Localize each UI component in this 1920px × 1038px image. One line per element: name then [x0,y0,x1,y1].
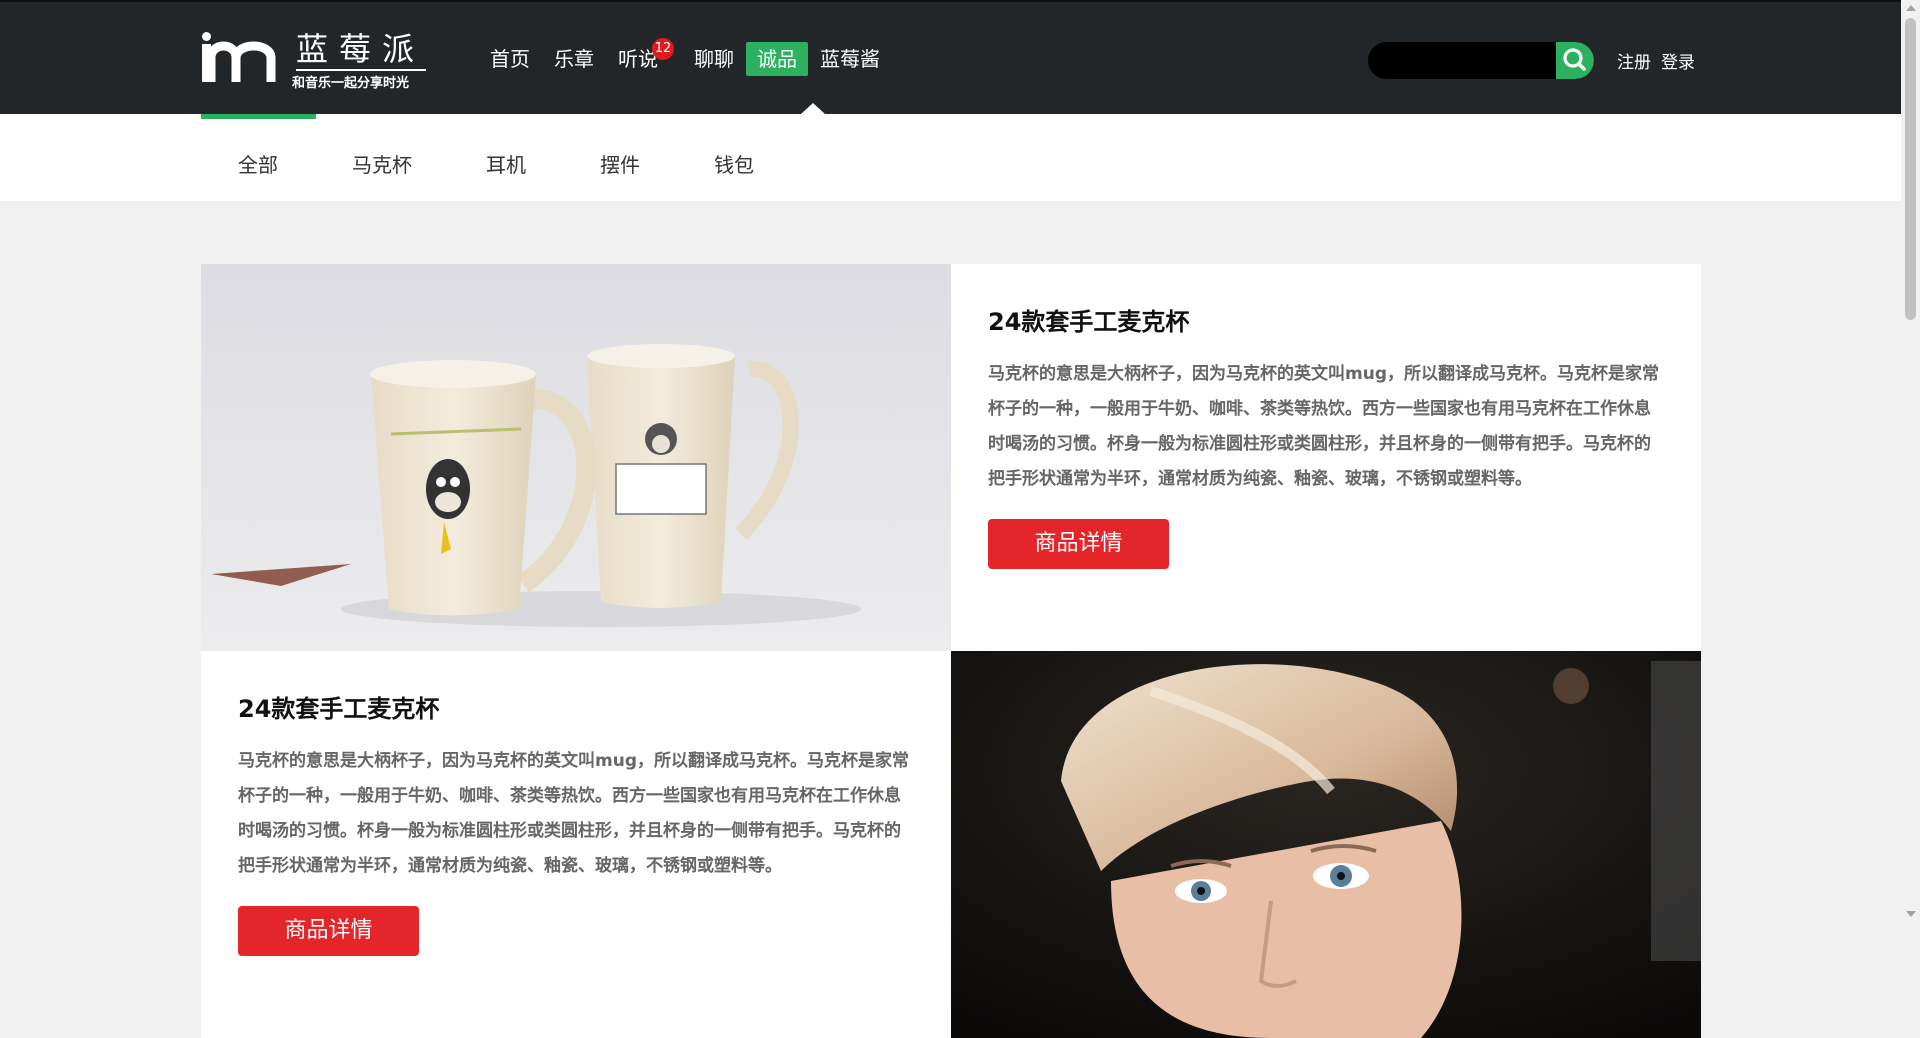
category-tab-headphones[interactable]: 耳机 [486,149,526,178]
product-card-1: 24款套手工麦克杯 马克杯的意思是大柄杯子，因为马克杯的英文叫mug，所以翻译成… [951,264,1701,651]
brand-name: 蓝莓派 [296,30,426,71]
product-image-portrait[interactable] [951,651,1701,1038]
nav-item-listen[interactable]: 听说 12 [618,38,674,76]
search-box [1368,42,1594,79]
product-card-2: 24款套手工麦克杯 马克杯的意思是大柄杯子，因为马克杯的英文叫mug，所以翻译成… [201,651,951,1038]
active-category-indicator [201,114,316,119]
main-nav: 首页 乐章 听说 12 聊聊 诚品 蓝莓酱 [490,38,904,76]
product-title: 24款套手工麦克杯 [988,308,1190,336]
scroll-up-arrow-icon[interactable] [1906,5,1916,11]
category-bar: 全部 马克杯 耳机 摆件 钱包 [0,114,1901,201]
category-tab-wallets[interactable]: 钱包 [714,149,754,178]
nav-item-blueberry-jam[interactable]: 蓝莓酱 [820,42,880,76]
product-details-button[interactable]: 商品详情 [238,906,419,956]
notification-badge: 12 [652,38,674,60]
mug-photo [201,264,951,651]
nav-item-music[interactable]: 乐章 [554,42,594,76]
active-nav-caret [801,103,825,114]
product-image-mugs[interactable] [201,264,951,651]
brand-logo[interactable]: 蓝莓派 和音乐一起分享时光 [200,30,426,91]
auth-links: 注册 登录 [1617,48,1705,73]
category-tabs: 全部 马克杯 耳机 摆件 钱包 [238,149,828,178]
logo-m-icon [202,32,276,82]
product-description: 马克杯的意思是大柄杯子，因为马克杯的英文叫mug，所以翻译成马克杯。马克杯是家常… [988,364,1659,489]
product-details-button[interactable]: 商品详情 [988,519,1169,569]
category-tab-mugs[interactable]: 马克杯 [352,149,412,178]
login-link[interactable]: 登录 [1661,48,1695,73]
nav-item-home[interactable]: 首页 [490,42,530,76]
search-icon [1563,48,1586,71]
scroll-down-arrow-icon[interactable] [1906,911,1916,917]
search-button[interactable] [1556,42,1594,79]
portrait-photo [951,651,1701,1038]
category-tab-ornaments[interactable]: 摆件 [600,149,640,178]
search-input[interactable] [1368,42,1556,79]
top-navigation-bar: 蓝莓派 和音乐一起分享时光 首页 乐章 听说 12 聊聊 诚品 蓝莓酱 注册 登… [0,0,1901,114]
page-scrollbar[interactable] [1901,0,1920,922]
register-link[interactable]: 注册 [1617,48,1651,73]
product-title: 24款套手工麦克杯 [238,695,440,723]
nav-item-shop[interactable]: 诚品 [746,42,808,76]
product-description: 马克杯的意思是大柄杯子，因为马克杯的英文叫mug，所以翻译成马克杯。马克杯是家常… [238,751,909,876]
category-tab-all[interactable]: 全部 [238,149,278,178]
scrollbar-thumb[interactable] [1905,18,1916,320]
brand-slogan: 和音乐一起分享时光 [292,76,410,91]
nav-item-chat[interactable]: 聊聊 [694,42,734,76]
